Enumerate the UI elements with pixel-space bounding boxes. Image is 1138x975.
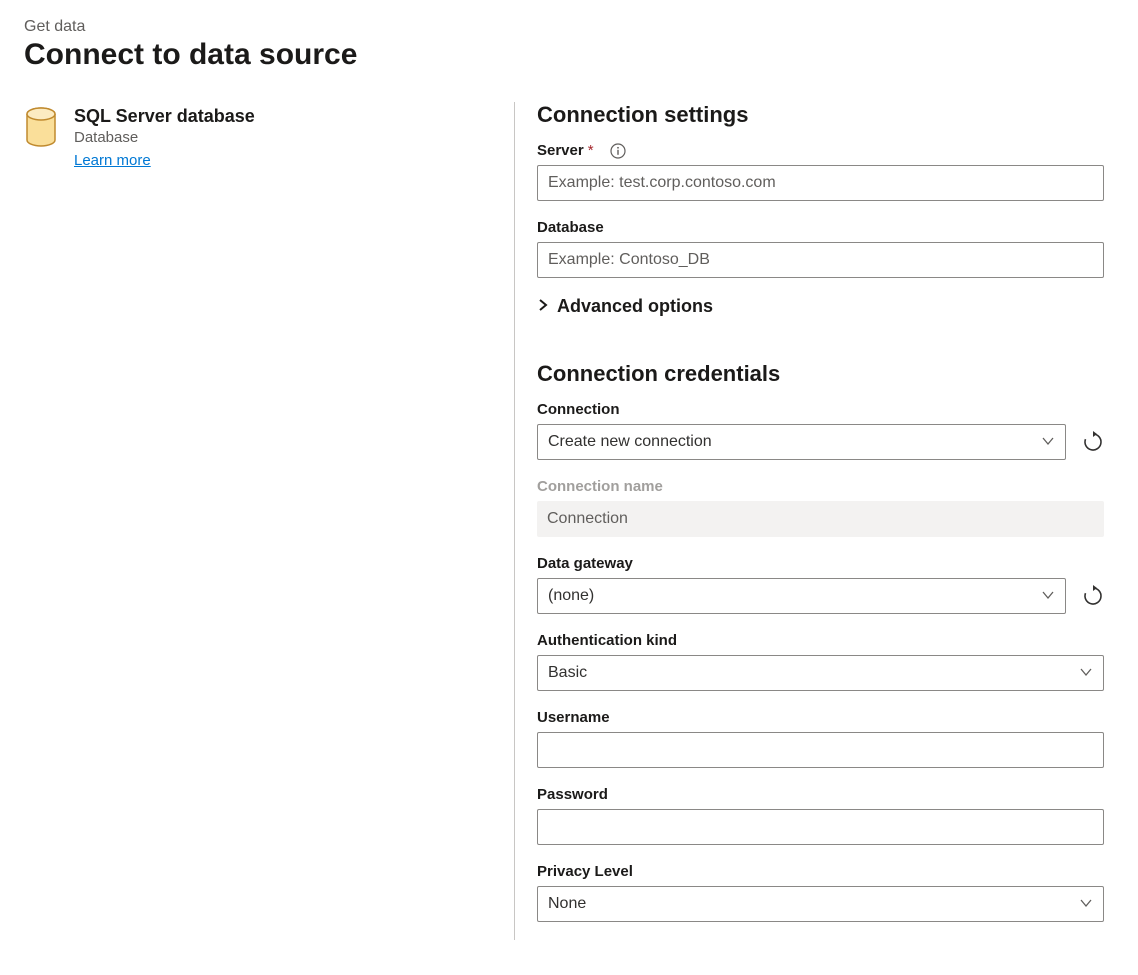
refresh-connection-button[interactable] <box>1082 431 1104 453</box>
form-panel: Connection settings Server * Database <box>514 102 1114 940</box>
chevron-down-icon <box>1079 895 1093 913</box>
source-subtitle: Database <box>74 129 255 146</box>
privacy-level-value: None <box>548 895 586 913</box>
connection-select[interactable]: Create new connection <box>537 424 1066 460</box>
connection-name-input: Connection <box>537 501 1104 537</box>
breadcrumb: Get data <box>24 18 1114 36</box>
page-title: Connect to data source <box>24 38 1114 72</box>
info-icon[interactable] <box>610 143 626 159</box>
server-input[interactable] <box>537 165 1104 201</box>
connection-select-value: Create new connection <box>548 433 712 451</box>
data-gateway-label: Data gateway <box>537 555 1104 572</box>
connection-name-label: Connection name <box>537 478 1104 495</box>
data-gateway-select[interactable]: (none) <box>537 578 1066 614</box>
chevron-down-icon <box>1041 433 1055 451</box>
advanced-options-toggle[interactable]: Advanced options <box>537 296 1104 317</box>
connection-name-value: Connection <box>547 510 628 528</box>
required-mark: * <box>588 142 594 159</box>
username-input[interactable] <box>537 732 1104 768</box>
chevron-down-icon <box>1041 587 1055 605</box>
chevron-down-icon <box>1079 664 1093 682</box>
server-label: Server * <box>537 142 1104 159</box>
username-label: Username <box>537 709 1104 726</box>
connection-label: Connection <box>537 401 1104 418</box>
connection-settings-heading: Connection settings <box>537 102 1104 128</box>
database-input[interactable] <box>537 242 1104 278</box>
privacy-level-label: Privacy Level <box>537 863 1104 880</box>
advanced-options-label: Advanced options <box>557 296 713 317</box>
auth-kind-label: Authentication kind <box>537 632 1104 649</box>
password-input[interactable] <box>537 809 1104 845</box>
connection-credentials-heading: Connection credentials <box>537 361 1104 387</box>
auth-kind-value: Basic <box>548 664 587 682</box>
source-item: SQL Server database Database Learn more <box>24 102 494 170</box>
data-gateway-value: (none) <box>548 587 594 605</box>
database-label: Database <box>537 219 1104 236</box>
source-title: SQL Server database <box>74 106 255 127</box>
source-panel: SQL Server database Database Learn more <box>24 102 514 940</box>
server-label-text: Server <box>537 142 584 159</box>
privacy-level-select[interactable]: None <box>537 886 1104 922</box>
learn-more-link[interactable]: Learn more <box>74 152 151 169</box>
refresh-gateway-button[interactable] <box>1082 585 1104 607</box>
database-icon <box>24 106 58 170</box>
password-label: Password <box>537 786 1104 803</box>
chevron-right-icon <box>537 296 549 317</box>
auth-kind-select[interactable]: Basic <box>537 655 1104 691</box>
